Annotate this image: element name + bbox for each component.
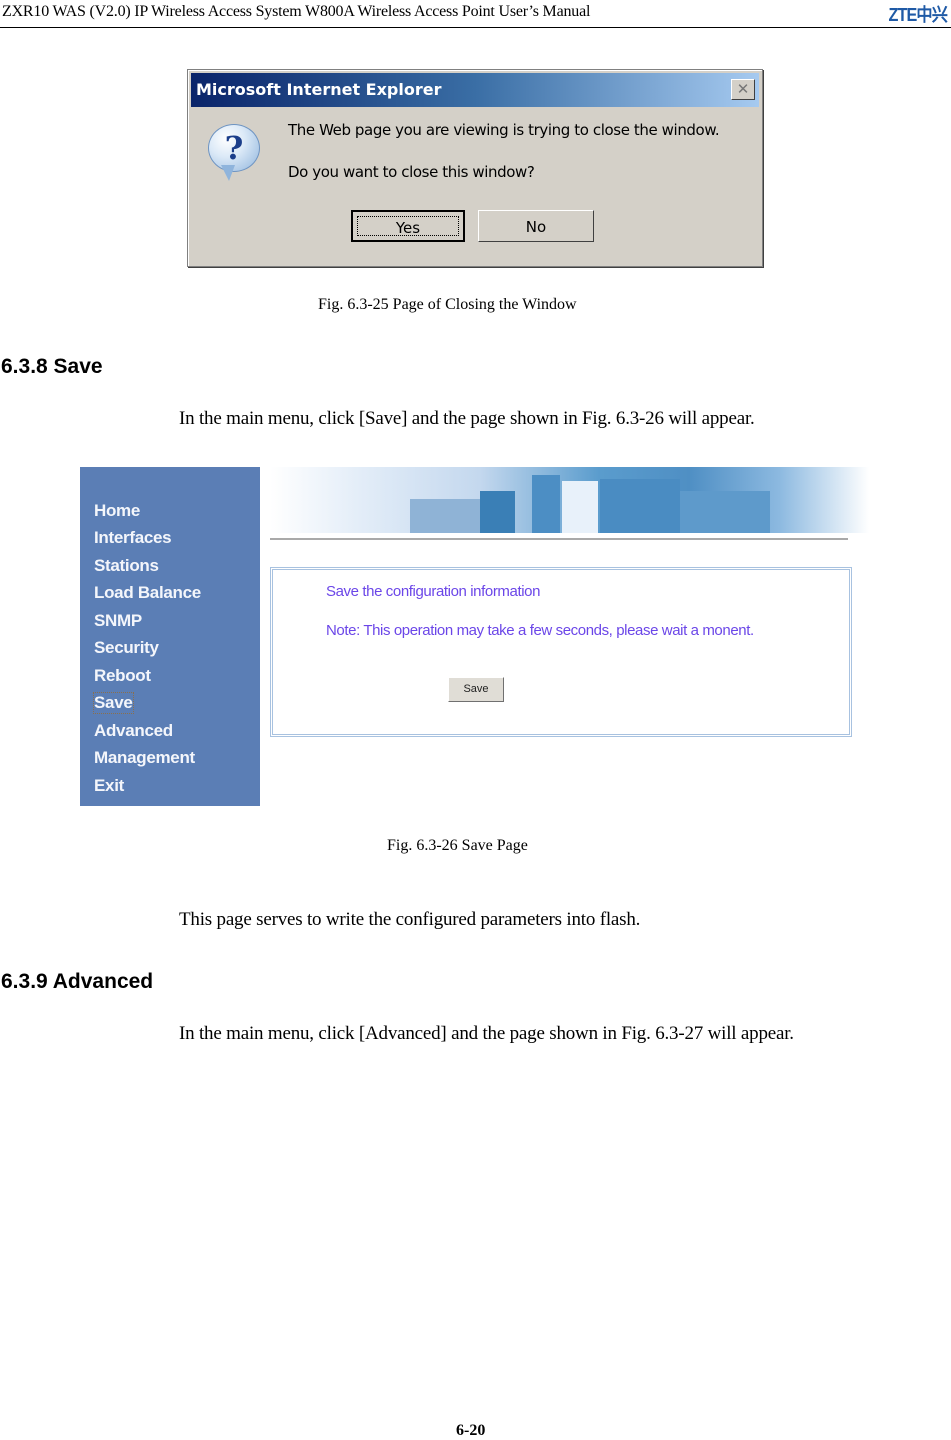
sidebar-item-snmp[interactable]: SNMP <box>94 611 142 631</box>
page-number: 6-20 <box>456 1422 486 1439</box>
sidebar-item-save[interactable]: Save <box>93 692 134 714</box>
manual-title: ZXR10 WAS (V2.0) IP Wireless Access Syst… <box>2 3 591 20</box>
zte-logo: ZTE中兴 <box>888 5 948 25</box>
advanced-intro-paragraph: In the main menu, click [Advanced] and t… <box>179 1023 794 1044</box>
ie-close-dialog: Microsoft Internet Explorer ✕ ? The Web … <box>187 69 763 267</box>
sidebar-item-exit[interactable]: Exit <box>94 776 124 796</box>
save-panel-title: Save the configuration information <box>326 583 541 600</box>
save-panel: Save the configuration information Note:… <box>270 567 852 737</box>
banner-building <box>562 481 598 533</box>
page-header: ZXR10 WAS (V2.0) IP Wireless Access Syst… <box>0 0 951 28</box>
sidebar-item-advanced[interactable]: Advanced <box>94 721 173 741</box>
sidebar-item-security[interactable]: Security <box>94 638 159 658</box>
sidebar-item-home[interactable]: Home <box>94 501 140 521</box>
dialog-message: The Web page you are viewing is trying t… <box>288 121 720 139</box>
banner-building <box>480 491 515 533</box>
save-description-paragraph: This page serves to write the configured… <box>179 909 641 930</box>
sidebar-item-stations[interactable]: Stations <box>94 556 159 576</box>
save-intro-paragraph: In the main menu, click [Save] and the p… <box>179 408 755 429</box>
banner-building <box>410 499 480 533</box>
figure-caption-25: Fig. 6.3-25 Page of Closing the Window <box>318 296 577 313</box>
yes-button[interactable]: Yes <box>351 210 465 242</box>
section-heading-save: 6.3.8 Save <box>1 355 103 378</box>
figure-caption-26: Fig. 6.3-26 Save Page <box>387 837 528 854</box>
main-menu-sidebar: Home Interfaces Stations Load Balance SN… <box>80 467 260 806</box>
banner-building <box>532 475 560 533</box>
banner-building <box>680 491 770 533</box>
dialog-question: Do you want to close this window? <box>288 163 535 181</box>
header-banner-image <box>270 467 869 533</box>
dialog-titlebar: Microsoft Internet Explorer ✕ <box>191 73 759 107</box>
section-heading-advanced: 6.3.9 Advanced <box>1 970 154 993</box>
save-page-screenshot: Home Interfaces Stations Load Balance SN… <box>80 467 869 806</box>
save-panel-note: Note: This operation may take a few seco… <box>326 622 754 639</box>
dialog-title: Microsoft Internet Explorer <box>196 80 442 99</box>
close-icon[interactable]: ✕ <box>731 79 755 100</box>
banner-building <box>600 479 680 533</box>
question-icon-tail <box>221 165 235 181</box>
sidebar-item-interfaces[interactable]: Interfaces <box>94 528 172 548</box>
banner-divider <box>270 538 848 540</box>
sidebar-item-load-balance[interactable]: Load Balance <box>94 583 201 603</box>
save-button[interactable]: Save <box>448 677 504 702</box>
no-button[interactable]: No <box>478 210 594 242</box>
sidebar-item-reboot[interactable]: Reboot <box>94 666 151 686</box>
sidebar-item-management[interactable]: Management <box>94 748 195 768</box>
